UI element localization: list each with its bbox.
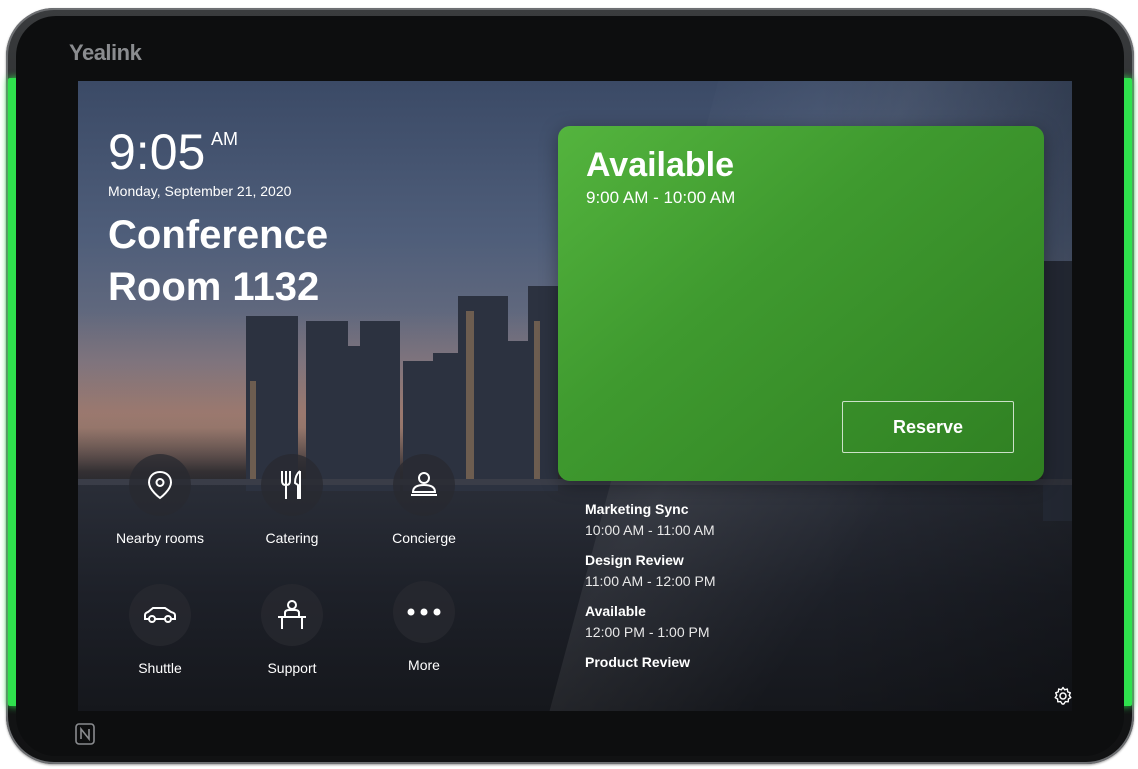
schedule-item-title: Product Review — [585, 654, 691, 670]
support-label: Support — [267, 660, 317, 676]
schedule-item[interactable]: Available 12:00 PM - 1:00 PM — [585, 603, 905, 640]
screen: 9:05 AM Monday, September 21, 2020 Confe… — [78, 81, 1072, 711]
availability-status: Available — [586, 146, 735, 184]
car-icon — [144, 607, 176, 623]
schedule-item[interactable]: Marketing Sync 10:00 AM - 11:00 AM — [585, 501, 905, 538]
brand-logo: Yealink — [69, 40, 142, 65]
nfc-icon — [75, 723, 95, 745]
nearby-rooms-label: Nearby rooms — [116, 530, 204, 546]
catering-label: Catering — [265, 530, 319, 546]
clock-ampm: AM — [211, 129, 238, 149]
schedule-item-time: 12:00 PM - 1:00 PM — [585, 624, 710, 640]
availability-time-range: 9:00 AM - 10:00 AM — [586, 188, 736, 207]
nearby-rooms-button[interactable]: Nearby rooms — [95, 454, 225, 546]
schedule-item-time: 11:00 AM - 12:00 PM — [585, 573, 716, 589]
schedule-list[interactable]: Marketing Sync 10:00 AM - 11:00 AM Desig… — [585, 501, 905, 677]
more-button[interactable]: More — [359, 581, 489, 673]
schedule-item-title: Available — [585, 603, 646, 619]
more-label: More — [408, 657, 440, 673]
schedule-item-time: 10:00 AM - 11:00 AM — [585, 522, 715, 538]
concierge-bell-icon — [411, 472, 437, 496]
schedule-item[interactable]: Product Review — [585, 654, 905, 670]
shuttle-button[interactable]: Shuttle — [95, 584, 225, 676]
more-dots-icon — [407, 608, 441, 616]
room-name-line2: Room 1132 — [108, 265, 320, 309]
schedule-item-title: Design Review — [585, 552, 684, 568]
support-button[interactable]: Support — [227, 584, 357, 676]
schedule-item[interactable]: Design Review 11:00 AM - 12:00 PM — [585, 552, 905, 589]
concierge-label: Concierge — [392, 530, 456, 546]
location-pin-icon — [147, 470, 173, 500]
support-person-icon — [278, 600, 306, 629]
catering-button[interactable]: Catering — [227, 454, 357, 546]
reserve-button[interactable]: Reserve — [842, 401, 1014, 453]
concierge-button[interactable]: Concierge — [359, 454, 489, 546]
fork-knife-icon — [281, 470, 301, 499]
schedule-item-title: Marketing Sync — [585, 501, 689, 517]
current-date: Monday, September 21, 2020 — [108, 183, 292, 199]
tablet-device: Yealink 9:05 AM Monday, September 21, 20… — [6, 8, 1134, 764]
shuttle-label: Shuttle — [138, 660, 182, 676]
gear-icon[interactable] — [1053, 686, 1072, 706]
room-name-line1: Conference — [108, 213, 329, 257]
availability-card: Available 9:00 AM - 10:00 AM Reserve — [558, 126, 1044, 481]
clock-time: 9:05 — [108, 124, 206, 180]
